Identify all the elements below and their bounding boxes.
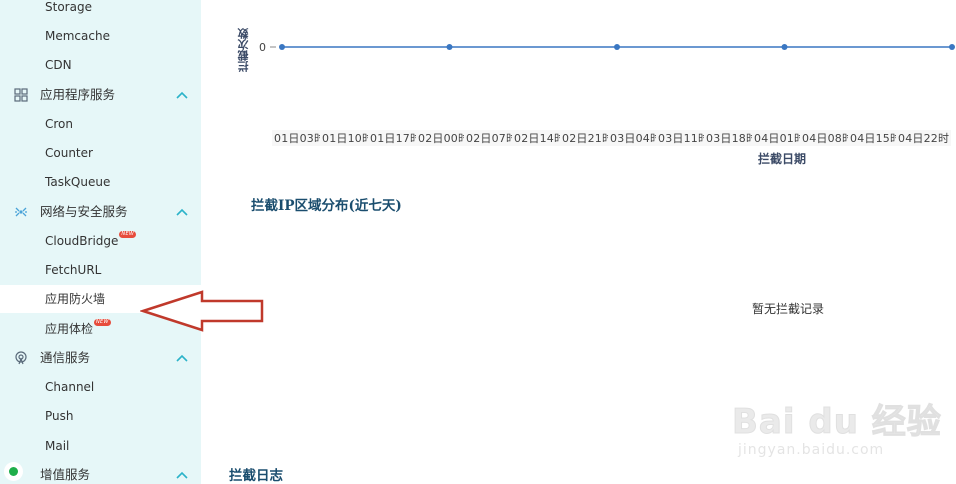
data-point xyxy=(949,44,955,50)
data-point xyxy=(614,44,620,50)
ip-region-title: 拦截IP区域分布(近七天) xyxy=(251,198,402,214)
x-tick-label: 04日15时 xyxy=(848,130,904,146)
interception-chart: 0 xyxy=(259,41,955,54)
intercept-log-title: 拦截日志 xyxy=(229,468,283,484)
x-tick-label: 04日01时 xyxy=(752,130,808,146)
x-tick-label: 02日07时 xyxy=(464,130,520,146)
x-tick-label: 03日18时 xyxy=(704,130,760,146)
x-tick-label: 01日10时 xyxy=(320,130,376,146)
x-tick-label: 03日11时 xyxy=(656,130,712,146)
data-point xyxy=(781,44,788,50)
data-point xyxy=(446,44,453,50)
x-tick-label: 04日22时 xyxy=(896,130,952,146)
x-axis-ticks: 01日03时 01日10时 01日17时 02日00时 02日07时 02日14时 02日2… xyxy=(272,128,956,148)
x-tick-label: 04日08时 xyxy=(800,130,856,146)
x-tick-label: 01日03时 xyxy=(272,130,328,146)
x-tick-label: 01日17时 xyxy=(368,130,424,146)
x-tick-label: 02日21时 xyxy=(560,130,616,146)
x-tick-label: 02日14时 xyxy=(512,130,568,146)
x-tick-label: 03日04时 xyxy=(608,130,664,146)
empty-records-note: 暂无拦截记录 xyxy=(752,302,825,316)
x-axis-label: 拦截日期 xyxy=(758,152,807,166)
x-tick-label: 02日00时 xyxy=(416,130,472,146)
annotation-arrow-icon xyxy=(140,290,264,332)
y-tick-label: 0 xyxy=(259,41,266,54)
data-point xyxy=(279,44,285,50)
